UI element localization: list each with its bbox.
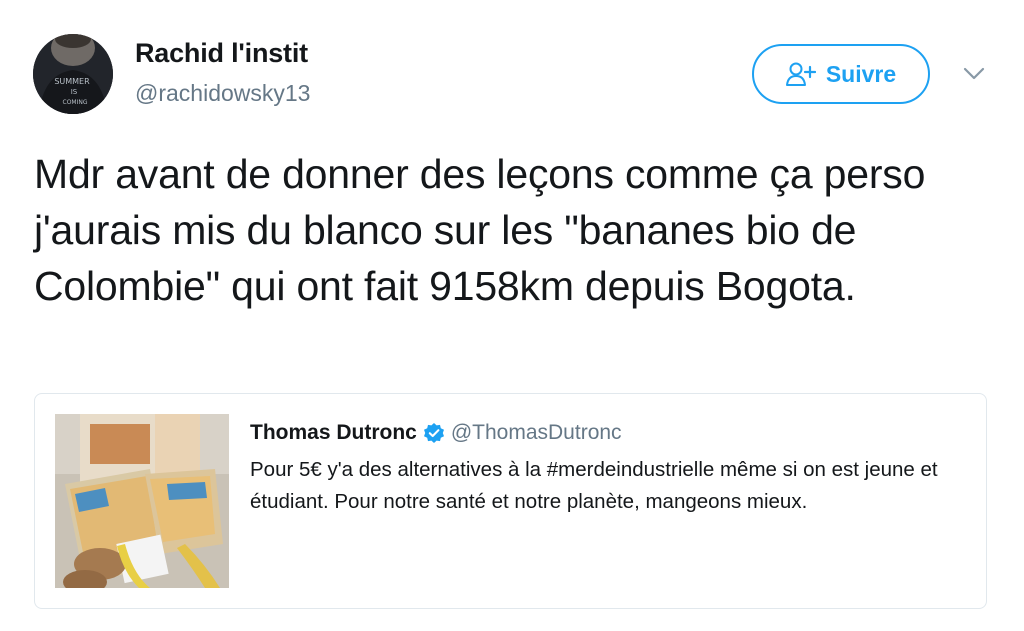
quoted-author-handle[interactable]: @ThomasDutronc	[451, 421, 622, 445]
follow-button[interactable]: Suivre	[752, 44, 930, 104]
quoted-author-name[interactable]: Thomas Dutronc	[250, 421, 417, 445]
svg-text:IS: IS	[71, 88, 78, 96]
follow-button-label: Suivre	[825, 60, 897, 87]
quoted-tweet[interactable]: Thomas Dutronc @ThomasDutronc Pour 5€ y'…	[34, 393, 987, 609]
svg-text:SUMMER: SUMMER	[54, 77, 90, 86]
avatar-image: SUMMER IS COMING	[33, 34, 113, 114]
author-handle[interactable]: @rachidowsky13	[135, 80, 310, 107]
chevron-down-icon[interactable]	[960, 62, 988, 86]
tweet-text: Mdr avant de donner des leçons comme ça …	[34, 151, 926, 309]
svg-text:COMING: COMING	[63, 99, 88, 106]
avatar[interactable]: SUMMER IS COMING	[33, 34, 113, 114]
quoted-tweet-text: Pour 5€ y'a des alternatives à la #merde…	[250, 458, 938, 513]
quoted-tweet-image	[55, 414, 229, 588]
verified-badge-icon	[423, 422, 445, 444]
author-name[interactable]: Rachid l'instit	[135, 38, 308, 69]
person-add-icon	[785, 61, 816, 87]
